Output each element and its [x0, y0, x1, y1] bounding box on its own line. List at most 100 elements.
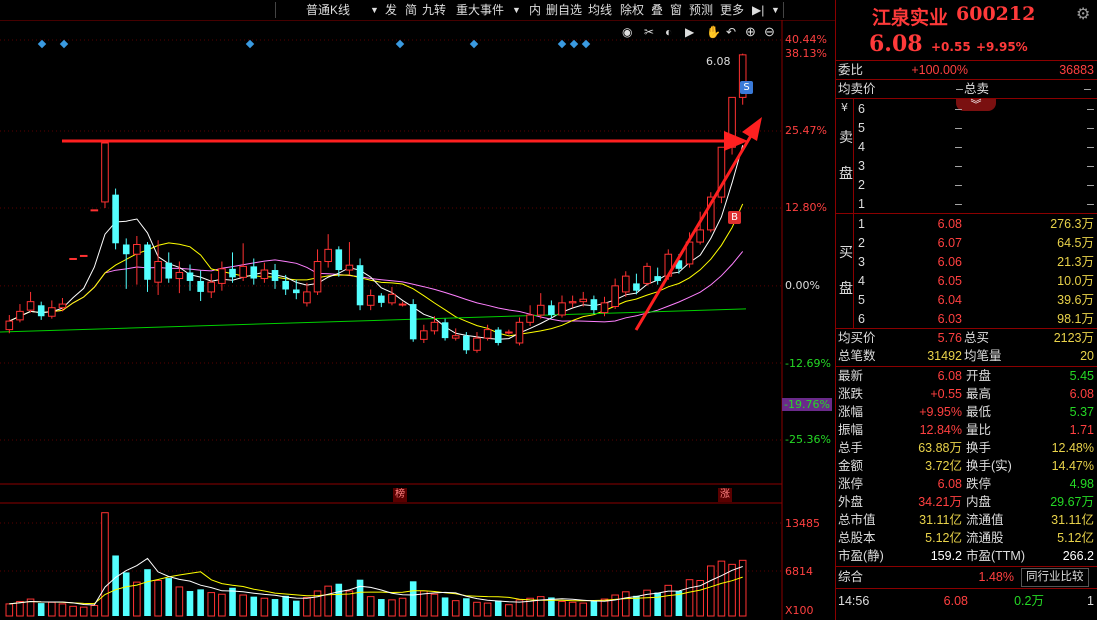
volume-bar — [292, 600, 300, 616]
buy-level-row[interactable]: 6 6.03 98.1万 — [836, 310, 1097, 328]
period-dropdown-icon[interactable]: ▼ — [370, 0, 379, 20]
avg-sell-row: 均卖价 – 总卖 – — [836, 80, 1097, 98]
stat-value: 6.08 — [1069, 387, 1094, 401]
buy-level-row[interactable]: 1 6.08 276.3万 — [836, 215, 1097, 233]
events-dropdown-icon[interactable]: ▼ — [512, 0, 521, 20]
candle-body — [366, 295, 375, 306]
candle-body — [579, 298, 588, 303]
volume-bar — [260, 597, 269, 617]
toolbar-item-ma[interactable]: 均线 — [588, 0, 612, 20]
play-icon[interactable]: ▶ — [685, 22, 694, 42]
toolbar-item-more[interactable]: 更多 — [720, 0, 744, 20]
scissors-icon[interactable]: ✂ — [644, 22, 654, 42]
zoom-in-icon[interactable]: ⊕ — [745, 22, 756, 42]
buy-level-row[interactable]: 5 6.04 39.6万 — [836, 291, 1097, 309]
level-volume: – — [1087, 197, 1094, 211]
volume-bar — [558, 600, 566, 617]
candle-body — [5, 320, 14, 331]
expand-panel-icon[interactable]: ▶| — [752, 0, 764, 20]
level-number: 1 — [858, 217, 865, 231]
candle-body — [303, 291, 311, 304]
event-diamond — [469, 39, 479, 49]
toolbar-divider — [783, 2, 784, 18]
stat-value: 1.71 — [1069, 423, 1094, 437]
toolbar-item-jian[interactable]: 简 — [405, 0, 417, 20]
buy-level-row[interactable]: 4 6.05 10.0万 — [836, 272, 1097, 290]
candle-body — [345, 264, 354, 271]
candle-body — [218, 268, 226, 284]
toolbar-item-overlay[interactable]: 叠 — [651, 0, 663, 20]
stat-value: 31.11亿 — [919, 513, 962, 527]
level-number: 3 — [858, 159, 865, 173]
ma20-line — [9, 251, 744, 323]
axis-label: 25.47% — [785, 124, 827, 137]
level-number: 5 — [858, 293, 865, 307]
sell-level-row[interactable]: 6 – – — [836, 100, 1097, 118]
toolbar-item-exright[interactable]: 除权 — [620, 0, 644, 20]
toolbar-item-major-events[interactable]: 重大事件 — [456, 0, 504, 20]
volume-bar — [345, 590, 354, 617]
volume-bar — [133, 581, 141, 617]
volume-bar — [356, 579, 364, 616]
bang-marker[interactable]: 榜 — [393, 488, 407, 502]
sell-level-row[interactable]: 5 – – — [836, 119, 1097, 137]
volume-bar — [398, 597, 407, 617]
sell-level-row[interactable]: 4 – – — [836, 138, 1097, 156]
candle-body — [144, 244, 151, 280]
volume-bar — [611, 594, 619, 617]
toolbar-item-fa[interactable]: 发 — [385, 0, 397, 20]
composite-pct: 1.48% — [978, 570, 1014, 584]
volume-bar — [16, 600, 24, 617]
weibi-pct: +100.00% — [911, 63, 968, 77]
candle-body — [48, 307, 56, 317]
candle-body — [271, 270, 279, 281]
undo-icon[interactable]: ↶ — [726, 22, 736, 42]
sell-level-row[interactable]: 3 – – — [836, 157, 1097, 175]
replay-icon[interactable]: ◐ — [665, 22, 672, 42]
zhang-marker[interactable]: 涨 — [718, 488, 732, 502]
candle-body — [463, 335, 470, 351]
zoom-out-icon[interactable]: ⊖ — [764, 22, 775, 42]
sell-level-row[interactable]: 2 – – — [836, 176, 1097, 194]
axis-label: -12.69% — [785, 357, 831, 370]
hand-icon[interactable]: ✋ — [706, 22, 721, 42]
toolbar-item-jiuzhuan[interactable]: 九转 — [422, 0, 446, 20]
avg-buy-value: 5.76 — [937, 331, 962, 345]
period-select[interactable]: 普通K线 — [306, 0, 350, 20]
stat-label: 最新 — [838, 369, 864, 383]
event-diamond — [395, 39, 405, 49]
stat-value: 29.67万 — [1050, 495, 1094, 509]
kline-chart-area[interactable]: 普通K线 ▼ 发 简 九转 重大事件 ▼ 内 删自选 均线 除权 叠 窗 预测 … — [0, 0, 835, 620]
toolbar-item-nei[interactable]: 内 — [529, 0, 541, 20]
volume-bar — [654, 592, 661, 616]
ma5-line — [9, 145, 744, 340]
toolbar-item-remove-watchlist[interactable]: 删自选 — [546, 0, 582, 20]
expand-dropdown-icon[interactable]: ▼ — [771, 0, 780, 20]
level-volume: – — [1087, 159, 1094, 173]
settings-gear-icon[interactable]: ⚙ — [1076, 4, 1090, 23]
volume-bar — [122, 572, 130, 616]
sell-signal-badge[interactable]: S — [740, 81, 753, 94]
toolbar-item-window[interactable]: 窗 — [670, 0, 682, 20]
stat-row: 涨停 6.08 跌停 4.98 — [836, 475, 1097, 493]
buy-level-row[interactable]: 2 6.07 64.5万 — [836, 234, 1097, 252]
composite-tab[interactable]: 综合 — [838, 568, 863, 586]
kline-svg[interactable] — [0, 0, 835, 620]
volume-bar — [79, 606, 88, 617]
level-volume: – — [1087, 178, 1094, 192]
candle-body — [197, 280, 204, 292]
level-price: 6.04 — [937, 293, 962, 307]
buy-level-row[interactable]: 3 6.06 21.3万 — [836, 253, 1097, 271]
candle-body — [79, 254, 88, 257]
stat-row: 总股本 5.12亿 流通股 5.12亿 — [836, 529, 1097, 547]
buy-signal-badge[interactable]: B — [728, 211, 741, 224]
industry-compare-button[interactable]: 同行业比较 — [1021, 568, 1089, 587]
candle-body — [611, 285, 619, 308]
volume-bar — [717, 560, 726, 617]
sell-level-row[interactable]: 1 – – — [836, 195, 1097, 213]
candle-body — [526, 314, 534, 323]
volume-bar — [505, 604, 513, 617]
stat-label: 流通值 — [966, 513, 1004, 527]
eye-icon[interactable]: ◉ — [622, 22, 632, 42]
toolbar-item-forecast[interactable]: 预测 — [689, 0, 713, 20]
